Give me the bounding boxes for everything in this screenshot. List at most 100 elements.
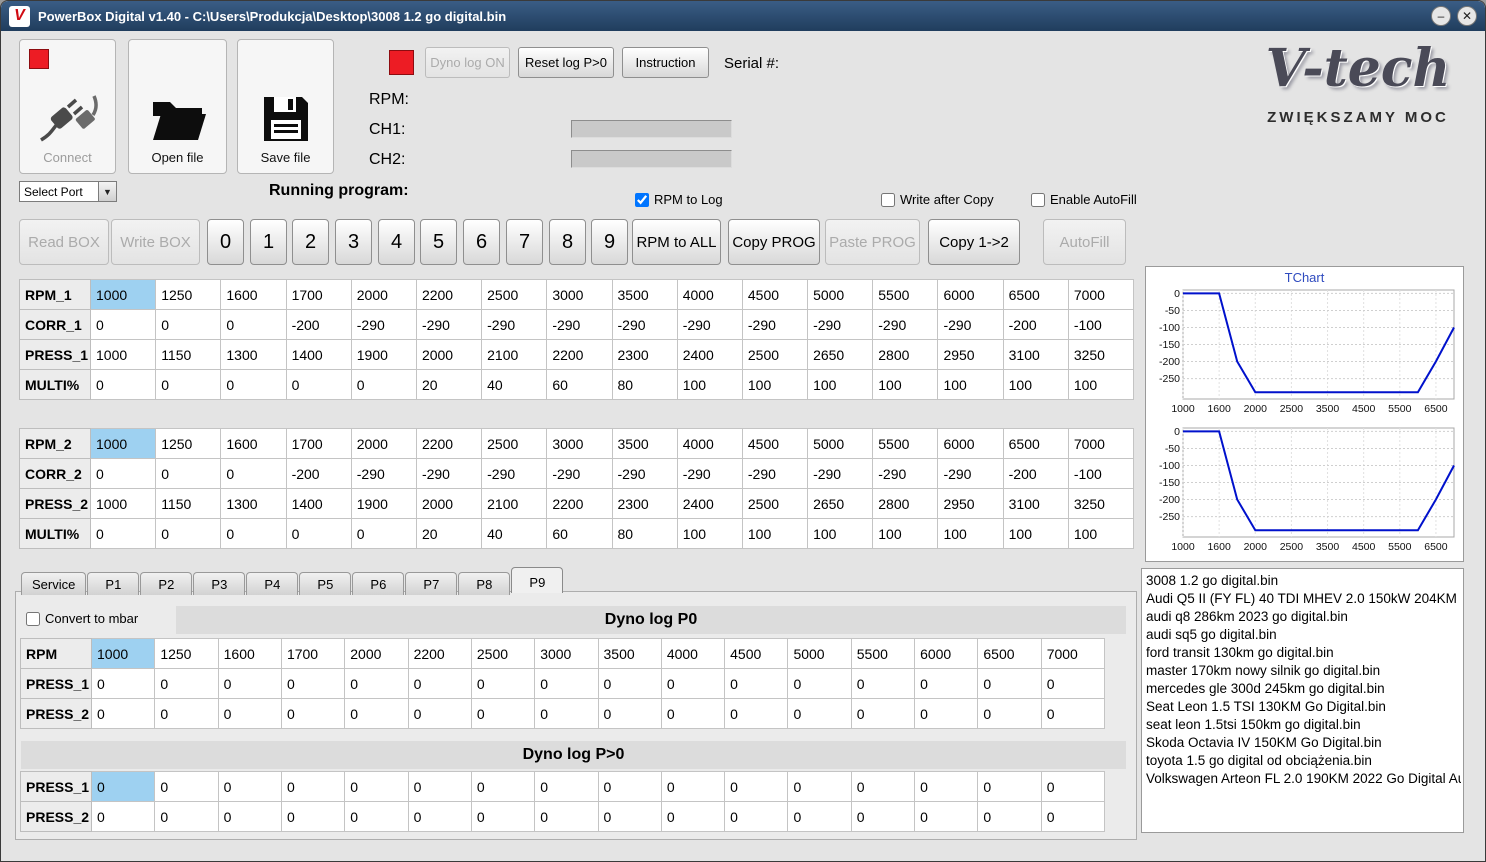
tab-p3[interactable]: P3 — [193, 572, 246, 595]
grid-cell[interactable]: 0 — [660, 771, 726, 802]
grid-cell[interactable]: 1000 — [89, 339, 157, 370]
grid-cell[interactable]: 3000 — [534, 638, 599, 669]
grid-cell[interactable]: 7000 — [1067, 428, 1135, 459]
instruction-button[interactable]: Instruction — [622, 47, 709, 78]
grid-cell[interactable]: 100 — [676, 369, 743, 400]
digit-1-button[interactable]: 1 — [250, 219, 287, 265]
grid-cell[interactable]: 5500 — [850, 638, 916, 669]
list-item[interactable]: 3008 1.2 go digital.bin — [1144, 572, 1461, 590]
grid-cell[interactable]: 0 — [724, 801, 789, 832]
copy-prog-button[interactable]: Copy PROG — [728, 219, 820, 265]
grid-cell[interactable]: 0 — [154, 668, 219, 699]
grid-cell[interactable]: 2500 — [741, 488, 809, 519]
grid-cell[interactable]: 1000 — [90, 638, 156, 669]
grid-cell[interactable]: 0 — [90, 771, 156, 802]
grid-cell[interactable]: 0 — [724, 771, 789, 802]
grid-cell[interactable]: 80 — [611, 369, 678, 400]
grid-cell[interactable]: 0 — [914, 668, 979, 699]
grid-cell[interactable]: -290 — [546, 309, 613, 340]
grid-cell[interactable]: 0 — [914, 698, 979, 729]
grid-cell[interactable]: 0 — [220, 458, 287, 489]
tab-p6[interactable]: P6 — [352, 572, 405, 595]
grid-cell[interactable]: 40 — [481, 369, 548, 400]
grid-cell[interactable]: 3100 — [1002, 488, 1069, 519]
grid-cell[interactable]: 5500 — [872, 428, 939, 459]
grid-cell[interactable]: -290 — [546, 458, 613, 489]
grid-cell[interactable]: 0 — [154, 801, 219, 832]
convert-to-mbar-checkbox-input[interactable] — [26, 611, 40, 626]
grid-cell[interactable]: 100 — [937, 518, 1004, 549]
grid-cell[interactable]: 2000 — [350, 279, 417, 310]
grid-cell[interactable]: 100 — [807, 369, 874, 400]
grid-cell[interactable]: 4000 — [676, 279, 743, 310]
grid-cell[interactable]: 0 — [660, 668, 726, 699]
tab-p4[interactable]: P4 — [246, 572, 299, 595]
grid-cell[interactable]: 1600 — [217, 638, 282, 669]
grid-cell[interactable]: 0 — [220, 369, 287, 400]
grid-cell[interactable]: 1400 — [285, 488, 352, 519]
grid-cell[interactable]: 0 — [787, 771, 852, 802]
grid-cell[interactable]: 100 — [676, 518, 743, 549]
grid-cell[interactable]: 2500 — [481, 428, 548, 459]
grid-cell[interactable]: 0 — [407, 771, 472, 802]
tab-p8[interactable]: P8 — [458, 572, 511, 595]
grid-cell[interactable]: -290 — [415, 458, 483, 489]
grid-cell[interactable]: 6000 — [937, 279, 1004, 310]
grid-cell[interactable]: 0 — [407, 698, 472, 729]
grid-cell[interactable]: 0 — [977, 771, 1042, 802]
grid-cell[interactable]: 2500 — [470, 638, 536, 669]
grid-cell[interactable]: 0 — [344, 771, 409, 802]
grid-cell[interactable]: -290 — [350, 309, 417, 340]
grid-cell[interactable]: -290 — [350, 458, 417, 489]
grid-cell[interactable]: 1700 — [285, 428, 352, 459]
digit-2-button[interactable]: 2 — [292, 219, 329, 265]
rpm-to-log-checkbox[interactable]: RPM to Log — [635, 192, 723, 207]
grid-cell[interactable]: 1400 — [285, 339, 352, 370]
grid-cell[interactable]: 2200 — [546, 488, 613, 519]
grid-cell[interactable]: 6500 — [977, 638, 1042, 669]
close-button[interactable]: ✕ — [1457, 6, 1477, 26]
list-item[interactable]: audi sq5 go digital.bin — [1144, 626, 1461, 644]
grid-cell[interactable]: 2950 — [937, 488, 1004, 519]
convert-to-mbar-checkbox[interactable]: Convert to mbar — [26, 611, 138, 626]
grid-cell[interactable]: 2650 — [807, 339, 874, 370]
grid-cell[interactable]: 80 — [611, 518, 678, 549]
grid-cell[interactable]: 100 — [1067, 518, 1135, 549]
digit-8-button[interactable]: 8 — [549, 219, 586, 265]
list-item[interactable]: audi q8 286km 2023 go digital.bin — [1144, 608, 1461, 626]
grid-cell[interactable]: 3000 — [546, 428, 613, 459]
grid-cell[interactable]: 0 — [914, 801, 979, 832]
tab-p7[interactable]: P7 — [405, 572, 458, 595]
grid-cell[interactable]: 1900 — [350, 488, 417, 519]
grid-cell[interactable]: 100 — [807, 518, 874, 549]
grid-cell[interactable]: -200 — [1002, 309, 1069, 340]
grid-cell[interactable]: 3000 — [546, 279, 613, 310]
grid-cell[interactable]: 100 — [1067, 369, 1135, 400]
grid-cell[interactable]: 0 — [850, 801, 916, 832]
grid-cell[interactable]: 0 — [724, 698, 789, 729]
grid-cell[interactable]: 0 — [850, 771, 916, 802]
grid-cell[interactable]: 0 — [220, 518, 287, 549]
grid-cell[interactable]: -290 — [611, 309, 678, 340]
grid-cell[interactable]: 6500 — [1002, 428, 1069, 459]
write-after-copy-checkbox[interactable]: Write after Copy — [881, 192, 994, 207]
grid-cell[interactable]: 0 — [597, 771, 662, 802]
tab-service[interactable]: Service — [21, 572, 87, 595]
grid-cell[interactable]: 0 — [660, 698, 726, 729]
grid-cell[interactable]: 2200 — [415, 428, 483, 459]
grid-cell[interactable]: 0 — [280, 698, 346, 729]
grid-cell[interactable]: 0 — [1040, 668, 1106, 699]
grid-cell[interactable]: 0 — [470, 801, 536, 832]
grid-cell[interactable]: -290 — [741, 309, 809, 340]
grid-cell[interactable]: 1000 — [89, 428, 157, 459]
grid-cell[interactable]: -290 — [611, 458, 678, 489]
list-item[interactable]: ford transit 130km go digital.bin — [1144, 644, 1461, 662]
grid-cell[interactable]: 5000 — [787, 638, 852, 669]
grid-cell[interactable]: 0 — [220, 309, 287, 340]
grid-cell[interactable]: 0 — [977, 801, 1042, 832]
grid-cell[interactable]: 2200 — [546, 339, 613, 370]
copy-1-to-2-button[interactable]: Copy 1->2 — [928, 219, 1020, 265]
grid-cell[interactable]: 0 — [1040, 771, 1106, 802]
write-after-copy-checkbox-input[interactable] — [881, 192, 895, 207]
grid-cell[interactable]: -200 — [285, 458, 352, 489]
